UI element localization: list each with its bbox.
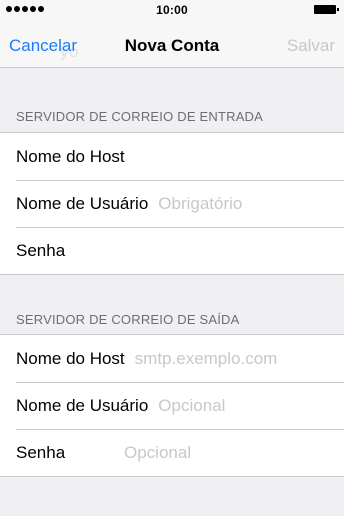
navigation-bar: yo Cancelar Nova Conta Salvar xyxy=(0,20,344,68)
outgoing-section-header: SERVIDOR DE CORREIO DE SAÍDA xyxy=(16,312,240,327)
incoming-host-label: Nome do Host xyxy=(16,146,125,166)
outgoing-username-input[interactable] xyxy=(158,395,344,416)
incoming-server-group: Nome do Host Nome de Usuário Senha xyxy=(0,132,344,275)
outgoing-host-input[interactable] xyxy=(134,348,344,369)
status-bar: 10:00 xyxy=(0,0,344,20)
incoming-username-row[interactable]: Nome de Usuário xyxy=(0,180,344,227)
outgoing-password-row[interactable]: Senha xyxy=(0,429,344,476)
incoming-password-label: Senha xyxy=(16,240,66,260)
status-time: 10:00 xyxy=(156,3,188,17)
incoming-username-input[interactable] xyxy=(158,193,344,214)
incoming-password-row[interactable]: Senha xyxy=(0,227,344,274)
outgoing-server-group: Nome do Host Nome de Usuário Senha xyxy=(0,334,344,477)
outgoing-password-input[interactable] xyxy=(124,442,324,463)
incoming-section-header: SERVIDOR DE CORREIO DE ENTRADA xyxy=(16,109,264,124)
outgoing-username-row[interactable]: Nome de Usuário xyxy=(0,382,344,429)
save-button[interactable]: Salvar xyxy=(287,36,335,56)
incoming-host-input[interactable] xyxy=(134,146,344,167)
incoming-username-label: Nome de Usuário xyxy=(16,193,149,213)
outgoing-host-row[interactable]: Nome do Host xyxy=(0,335,344,382)
outgoing-username-label: Nome de Usuário xyxy=(16,395,149,415)
outgoing-host-label: Nome do Host xyxy=(16,348,125,368)
outgoing-password-label: Senha xyxy=(16,442,66,462)
incoming-host-row[interactable]: Nome do Host xyxy=(0,133,344,180)
signal-dots-icon xyxy=(6,6,44,12)
incoming-password-input[interactable] xyxy=(75,240,344,261)
battery-icon xyxy=(314,5,339,14)
